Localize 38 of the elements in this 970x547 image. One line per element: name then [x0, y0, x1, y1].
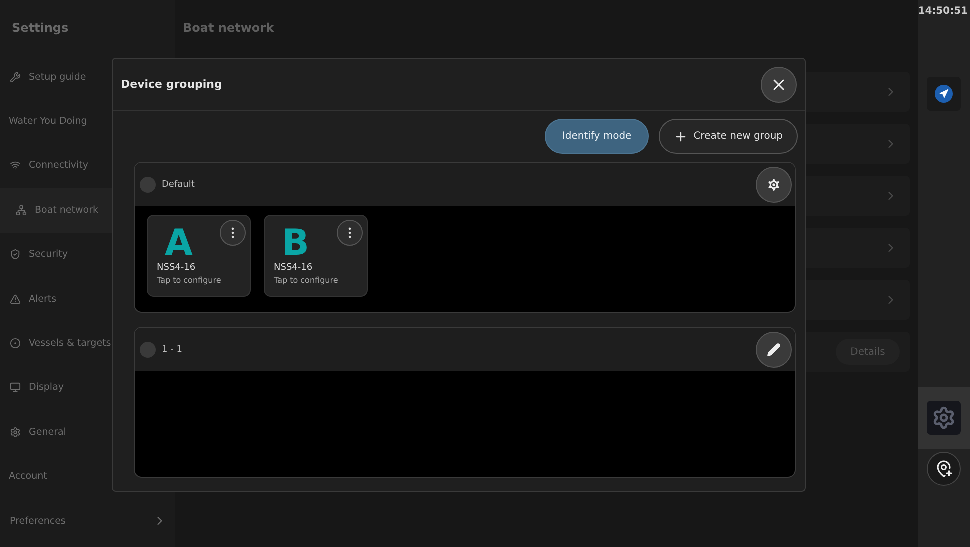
clock-time: 14:50:51 [918, 6, 969, 17]
settings-button[interactable] [756, 166, 792, 202]
device-model: NSS4-16 [274, 263, 314, 273]
device-model: NSS4-16 [157, 263, 197, 273]
shield-icon [10, 249, 21, 260]
navigation-button[interactable] [927, 77, 961, 111]
group-indicator-icon [140, 342, 156, 358]
add-waypoint-button[interactable] [927, 452, 961, 486]
page-title: Boat network [182, 20, 276, 36]
pencil-icon [767, 342, 781, 356]
identify-mode-button[interactable]: Identify mode [545, 119, 649, 154]
warning-icon [10, 294, 21, 305]
device-hint: Tap to configure [274, 276, 340, 285]
settings-icon [10, 426, 21, 438]
close-button[interactable] [761, 66, 797, 102]
sidebar-section-label: Water You Doing [8, 115, 88, 130]
target-icon [10, 338, 21, 350]
network-icon [16, 204, 27, 216]
device-card[interactable]: B NSS4-16 Tap to configure [264, 215, 368, 297]
sidebar-title: Settings [11, 20, 70, 37]
group-indicator-icon [140, 176, 156, 192]
edit-button[interactable] [756, 332, 792, 368]
device-letter: B [282, 226, 310, 262]
sidebar-item[interactable]: Display [0, 366, 175, 410]
create-group-button[interactable]: Create new group [658, 119, 798, 154]
wrench-icon [10, 72, 21, 83]
group-name: 1 - 1 [162, 344, 184, 354]
sidebar-item[interactable]: Preferences [0, 498, 175, 544]
device-hint: Tap to configure [157, 276, 222, 285]
plus-icon [674, 130, 688, 144]
settings-icon [766, 176, 782, 192]
dialog-title: Device grouping [121, 78, 222, 91]
device-card[interactable]: A NSS4-16 Tap to configure [147, 215, 251, 297]
group-name: Default [162, 180, 196, 190]
monitor-icon [10, 382, 21, 394]
map-pin-plus-icon [935, 460, 953, 478]
sidebar-section-label: Account [8, 470, 48, 484]
sidebar-item[interactable]: General [0, 410, 175, 455]
